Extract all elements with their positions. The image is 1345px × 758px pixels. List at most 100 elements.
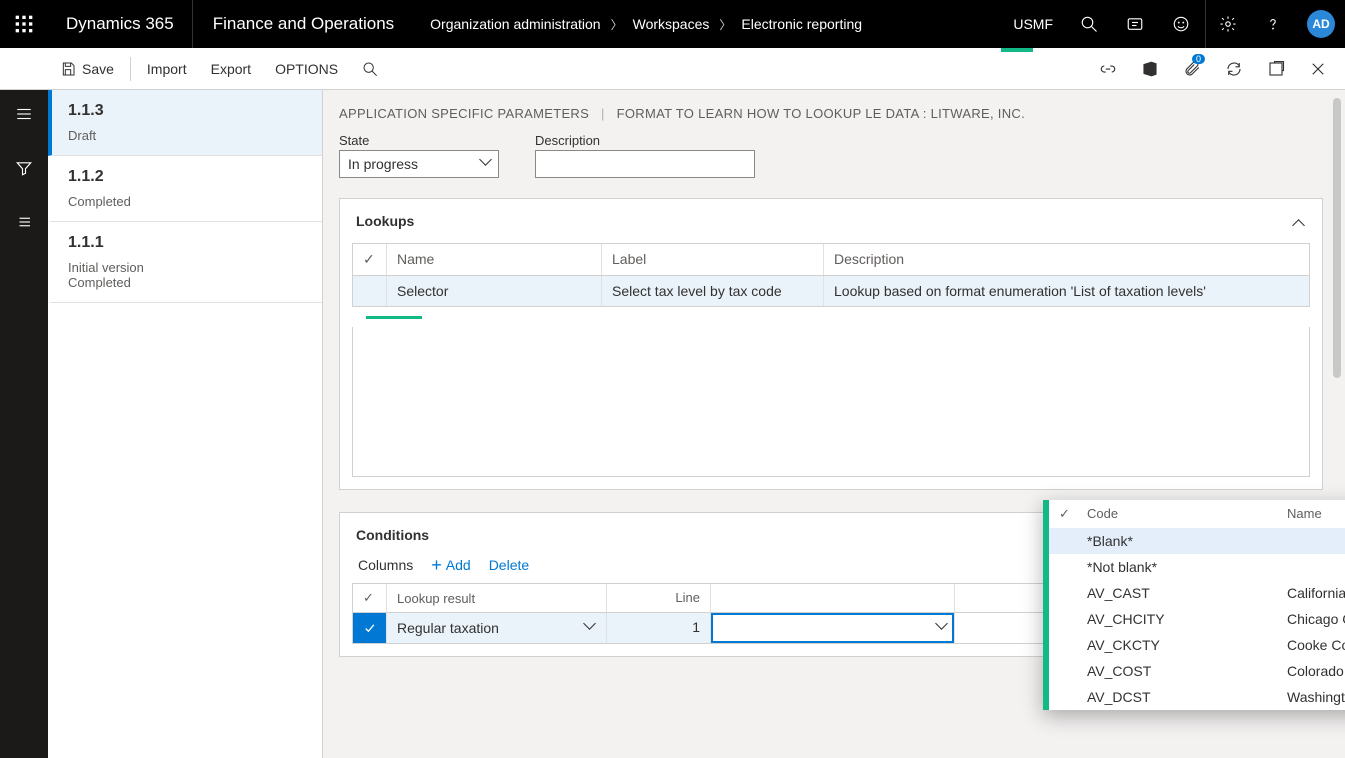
options-button[interactable]: OPTIONS [263, 48, 350, 90]
dd-code: *Blank* [1087, 533, 1287, 549]
cell-label: Select tax level by tax code [602, 276, 824, 306]
brand-title[interactable]: Dynamics 365 [48, 0, 193, 48]
attachments-icon[interactable]: 0 [1173, 48, 1211, 90]
version-item[interactable]: 1.1.3 Draft [48, 90, 322, 156]
columns-label[interactable]: Columns [358, 557, 413, 573]
hamburger-icon[interactable] [0, 96, 48, 132]
layout: 1.1.3 Draft 1.1.2 Completed 1.1.1 Initia… [0, 90, 1345, 758]
page-header: APPLICATION SPECIFIC PARAMETERS | FORMAT… [339, 106, 1323, 121]
description-field: Description [535, 133, 755, 178]
dd-code: AV_CHCITY [1087, 611, 1287, 627]
lookup-result-cell[interactable]: Regular taxation [387, 613, 607, 643]
dropdown-item[interactable]: *Blank* [1049, 528, 1345, 554]
column-header[interactable]: Label [602, 244, 824, 275]
column-header[interactable]: Name [387, 244, 602, 275]
save-label: Save [82, 61, 114, 77]
dd-code: AV_CAST [1087, 585, 1287, 601]
dd-name: Chicago City - Retail Prod [1287, 611, 1345, 627]
column-header[interactable]: Code [1087, 506, 1287, 522]
chevron-down-icon [582, 621, 596, 635]
version-item[interactable]: 1.1.1 Initial version Completed [48, 222, 322, 303]
app-launcher-icon[interactable] [0, 0, 48, 48]
code-dropdown: ✓ Code Name *Blank* *Not blank* AV_CASTC… [1043, 500, 1345, 710]
check-column[interactable]: ✓ [353, 244, 387, 275]
line-cell[interactable]: 1 [607, 613, 711, 643]
dropdown-item[interactable]: AV_CKCTYCooke Country - Retail Prod [1049, 632, 1345, 658]
column-header[interactable]: Description [824, 244, 1309, 275]
filter-icon[interactable] [0, 150, 48, 186]
add-label: Add [446, 557, 471, 573]
code-cell[interactable] [711, 613, 955, 643]
dropdown-item[interactable]: AV_CASTCalifornia State - Retail Prod [1049, 580, 1345, 606]
delete-button[interactable]: Delete [489, 557, 529, 573]
scrollbar-thumb[interactable] [1333, 98, 1341, 378]
description-label: Description [535, 133, 755, 148]
state-field: State In progress [339, 133, 499, 178]
settings-icon[interactable] [1205, 0, 1249, 48]
dd-code: AV_DCST [1087, 689, 1287, 705]
version-status: Completed [68, 275, 306, 290]
table-row[interactable]: Selector Select tax level by tax code Lo… [353, 276, 1309, 306]
dd-code: AV_COST [1087, 663, 1287, 679]
code-input[interactable] [711, 613, 954, 643]
header-context: APPLICATION SPECIFIC PARAMETERS [339, 106, 589, 121]
check-column[interactable]: ✓ [353, 584, 387, 612]
popout-icon[interactable] [1257, 48, 1295, 90]
dropdown-item[interactable]: AV_DCSTWashington DC - Retail Prod [1049, 684, 1345, 710]
row-check[interactable] [353, 276, 387, 306]
version-status: Initial version [68, 260, 306, 275]
column-header[interactable]: Lookup result [387, 584, 607, 612]
lookup-result-value: Regular taxation [397, 620, 499, 636]
add-button[interactable]: + Add [431, 557, 470, 573]
close-icon[interactable] [1299, 48, 1337, 90]
breadcrumb-item[interactable]: Electronic reporting [741, 16, 862, 32]
smiley-icon[interactable] [1159, 0, 1203, 48]
row-check[interactable] [353, 613, 387, 643]
user-avatar[interactable]: AD [1307, 10, 1335, 38]
dropdown-item[interactable]: AV_CHCITYChicago City - Retail Prod [1049, 606, 1345, 632]
version-list: 1.1.3 Draft 1.1.2 Completed 1.1.1 Initia… [48, 90, 323, 758]
top-bar: Dynamics 365 Finance and Operations Orga… [0, 0, 1345, 48]
separator: | [601, 106, 605, 121]
dropdown-rows: *Blank* *Not blank* AV_CASTCalifornia St… [1049, 528, 1345, 710]
breadcrumb-item[interactable]: Workspaces [633, 16, 710, 32]
link-icon[interactable] [1089, 48, 1127, 90]
lookups-section: Lookups ✓ Name Label Description Selecto… [339, 198, 1323, 490]
column-header[interactable] [711, 584, 955, 612]
state-label: State [339, 133, 499, 148]
state-value: In progress [348, 156, 418, 172]
description-input[interactable] [535, 150, 755, 178]
search-icon[interactable] [1067, 0, 1111, 48]
help-icon[interactable] [1251, 0, 1295, 48]
badge-count: 0 [1192, 54, 1205, 64]
version-number: 1.1.1 [68, 234, 306, 252]
company-selector[interactable]: USMF [1001, 0, 1065, 48]
office-icon[interactable] [1131, 48, 1169, 90]
refresh-icon[interactable] [1215, 48, 1253, 90]
lookups-title: Lookups [356, 213, 414, 229]
search-button[interactable] [350, 48, 390, 90]
column-header[interactable]: Name [1287, 506, 1322, 522]
dd-name: California State - Retail Prod [1287, 585, 1345, 601]
column-header[interactable]: Line [607, 584, 711, 612]
version-number: 1.1.3 [68, 102, 306, 120]
conditions-title: Conditions [356, 527, 429, 543]
list-icon[interactable] [0, 204, 48, 240]
messages-icon[interactable] [1113, 0, 1157, 48]
version-status: Draft [68, 128, 306, 143]
breadcrumb-item[interactable]: Organization administration [430, 16, 600, 32]
import-button[interactable]: Import [135, 48, 199, 90]
dropdown-item[interactable]: AV_COSTColorado State - Retail Prod [1049, 658, 1345, 684]
action-bar: Save Import Export OPTIONS 0 [0, 48, 1345, 90]
divider [130, 57, 131, 81]
save-button[interactable]: Save [48, 48, 126, 90]
version-item[interactable]: 1.1.2 Completed [48, 156, 322, 222]
dd-code: AV_CKCTY [1087, 637, 1287, 653]
export-button[interactable]: Export [199, 48, 263, 90]
lookups-header[interactable]: Lookups [340, 199, 1322, 243]
state-select[interactable]: In progress [339, 150, 499, 178]
chevron-up-icon [1292, 214, 1306, 228]
field-row: State In progress Description [339, 133, 1323, 178]
dropdown-item[interactable]: *Not blank* [1049, 554, 1345, 580]
check-column[interactable]: ✓ [1059, 506, 1087, 522]
